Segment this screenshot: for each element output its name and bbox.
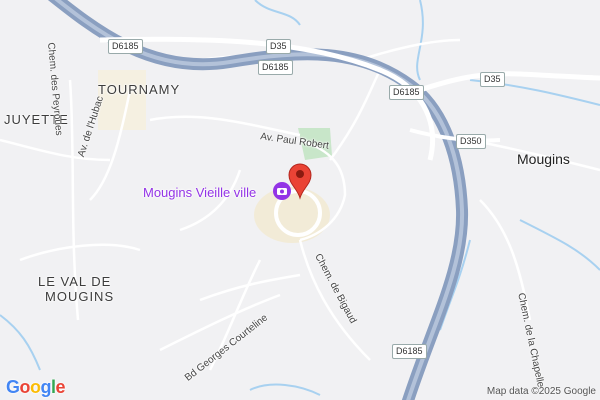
camera-icon (273, 182, 291, 200)
road-shield-d6185: D6185 (392, 344, 427, 359)
logo-letter: g (40, 377, 52, 397)
place-label-val-de-mougins-1: LE VAL DE (38, 274, 112, 289)
map-canvas[interactable]: TOURNAMY JUYETTE LE VAL DE MOUGINS Mougi… (0, 0, 600, 400)
road-shield-d6185: D6185 (108, 39, 143, 54)
place-label-tournamy: TOURNAMY (98, 82, 181, 97)
logo-letter: o (19, 377, 31, 397)
place-label-mougins[interactable]: Mougins (517, 151, 570, 167)
map-base-layer (0, 0, 600, 400)
logo-letter: G (6, 377, 20, 397)
road-shield-d6185: D6185 (258, 60, 293, 75)
place-label-val-de-mougins-2: MOUGINS (45, 289, 115, 304)
poi-label-vieille-ville[interactable]: Mougins Vieille ville (143, 185, 256, 200)
road-shield-d6185: D6185 (389, 85, 424, 100)
road-shield-d35: D35 (480, 72, 505, 87)
google-logo: Google (6, 377, 66, 398)
logo-letter: o (30, 377, 41, 397)
map-attribution[interactable]: Map data ©2025 Google (487, 386, 596, 397)
road-shield-d350: D350 (456, 134, 486, 149)
logo-letter: e (55, 377, 66, 397)
road-shield-d35: D35 (266, 39, 291, 54)
